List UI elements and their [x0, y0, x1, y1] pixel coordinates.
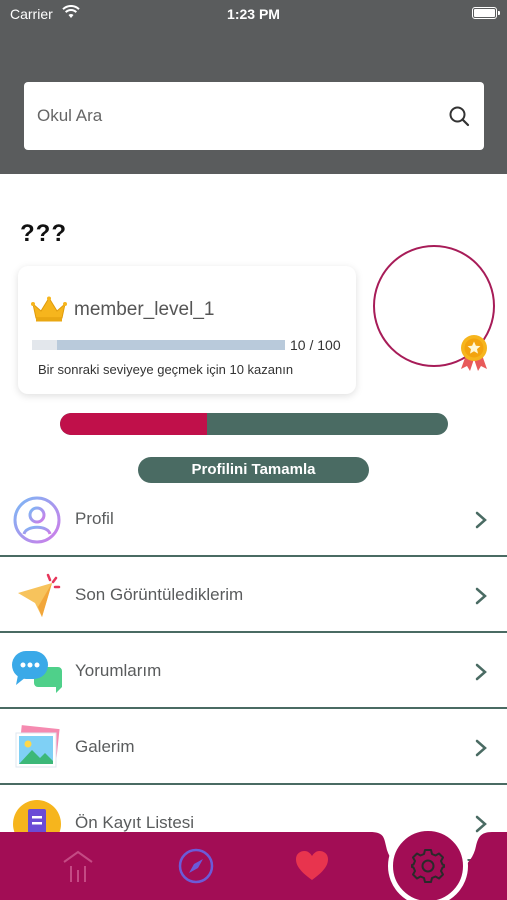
level-progress-text: 10 / 100 [290, 337, 341, 353]
level-description: Bir sonraki seviyeye geçmek için 10 kaza… [38, 362, 294, 377]
school-icon[interactable] [58, 846, 98, 886]
status-time: 1:23 PM [227, 6, 280, 22]
menu-item-recently-viewed[interactable]: Son Görüntülediklerim [0, 559, 507, 633]
crown-icon [31, 296, 67, 322]
settings-gear-icon [411, 849, 445, 883]
chat-bubbles-icon [12, 651, 62, 693]
level-name: member_level_1 [74, 299, 215, 320]
gallery-icon [15, 725, 60, 768]
search-box[interactable] [24, 82, 484, 150]
username: ??? [20, 220, 67, 247]
menu-item-comments[interactable]: Yorumlarım [0, 635, 507, 709]
chevron-right-icon [475, 587, 487, 605]
level-card: member_level_1 10 / 100 Bir sonraki sevi… [18, 266, 356, 394]
heart-icon[interactable] [292, 846, 332, 886]
menu-item-label: Ön Kayıt Listesi [75, 813, 195, 832]
chevron-right-icon [475, 739, 487, 757]
menu-item-gallery[interactable]: Galerim [0, 711, 507, 785]
menu-item-label: Son Görüntülediklerim [75, 585, 244, 604]
menu-item-label: Profil [75, 509, 114, 528]
menu-item-label: Galerim [75, 737, 135, 756]
status-bar: Carrier 1:23 PM [0, 0, 507, 28]
menu-item-label: Yorumlarım [75, 661, 162, 680]
user-circle-icon [13, 496, 61, 544]
level-progress-fill [32, 340, 58, 350]
profile-completion-fill [60, 413, 208, 435]
header [0, 28, 507, 174]
settings-button[interactable] [388, 826, 468, 900]
chevron-right-icon [475, 815, 487, 833]
chevron-right-icon [475, 511, 487, 529]
complete-profile-button[interactable]: Profilini Tamamla [138, 457, 369, 483]
level-progress-bar [32, 340, 285, 350]
bottom-nav [0, 826, 507, 900]
cursor-click-icon [18, 573, 61, 617]
medal-icon [461, 335, 487, 371]
menu-item-profile[interactable]: Profil [0, 483, 507, 557]
profile-completion-bar [60, 413, 448, 435]
search-input[interactable] [24, 82, 444, 150]
compass-icon[interactable] [176, 846, 216, 886]
chevron-right-icon [475, 663, 487, 681]
search-icon[interactable] [448, 105, 470, 127]
battery-icon [472, 7, 500, 19]
